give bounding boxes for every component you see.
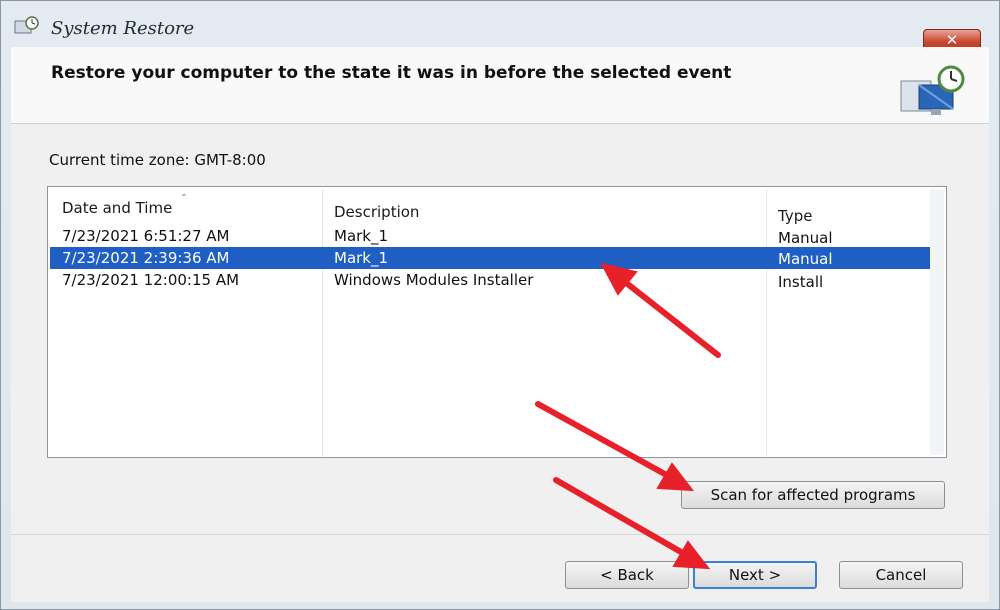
column-header-date[interactable]: Date and Time <box>62 199 172 217</box>
next-button[interactable]: Next > <box>693 561 817 589</box>
wizard-body: Current time zone: GMT-8:00 ⌄ Date and T… <box>11 124 989 602</box>
footer-separator <box>11 534 989 535</box>
row-date: 7/23/2021 2:39:36 AM <box>62 249 230 267</box>
restore-computer-icon <box>900 65 965 115</box>
system-restore-icon <box>14 16 39 34</box>
wizard-header: Restore your computer to the state it wa… <box>11 47 989 124</box>
row-description: Mark_1 <box>334 249 389 267</box>
list-scrollbar[interactable] <box>930 189 944 455</box>
cancel-button[interactable]: Cancel <box>839 561 963 589</box>
row-type: Install <box>778 273 824 291</box>
scan-affected-programs-button[interactable]: Scan for affected programs <box>681 481 945 509</box>
restore-point-row[interactable]: 7/23/2021 12:00:15 AM Windows Modules In… <box>50 269 944 291</box>
column-header-type[interactable]: Type <box>778 207 812 225</box>
row-description: Mark_1 <box>334 227 389 245</box>
row-description: Windows Modules Installer <box>334 271 534 289</box>
restore-point-row-selected[interactable]: 7/23/2021 2:39:36 AM Mark_1 Manual <box>50 247 944 269</box>
column-header-description[interactable]: Description <box>334 203 419 221</box>
system-restore-window: System Restore ✕ Restore your computer t… <box>0 0 1000 610</box>
time-zone-label: Current time zone: GMT-8:00 <box>49 151 266 169</box>
row-type: Manual <box>778 229 833 247</box>
restore-point-row[interactable]: 7/23/2021 6:51:27 AM Mark_1 Manual <box>50 225 944 247</box>
page-heading: Restore your computer to the state it wa… <box>51 63 732 83</box>
back-button[interactable]: < Back <box>565 561 689 589</box>
restore-point-list[interactable]: ⌄ Date and Time Description Type 7/23/20… <box>47 186 947 458</box>
row-type: Manual <box>778 250 833 268</box>
window-title: System Restore <box>51 18 195 39</box>
title-bar: System Restore ✕ <box>1 1 999 53</box>
row-date: 7/23/2021 12:00:15 AM <box>62 271 240 289</box>
row-date: 7/23/2021 6:51:27 AM <box>62 227 230 245</box>
sort-indicator-icon: ⌄ <box>180 189 188 199</box>
